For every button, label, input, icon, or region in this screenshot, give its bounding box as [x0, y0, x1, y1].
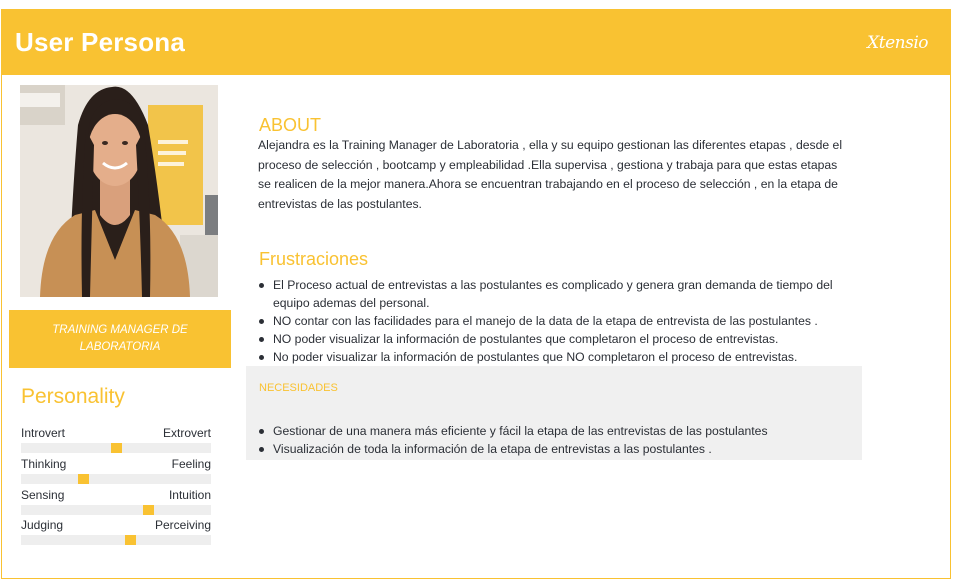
trait-right-label: Feeling — [171, 457, 211, 471]
page-title: User Persona — [15, 27, 186, 57]
trait-introvert-extrovert: Introvert Extrovert — [21, 426, 211, 456]
trait-right-label: Perceiving — [154, 518, 211, 532]
trait-judging-perceiving: Judging Perceiving — [21, 518, 211, 548]
brand-logo: Xtensio — [867, 33, 928, 53]
list-item: Visualización de toda la información de … — [258, 440, 848, 458]
trait-left-label: Sensing — [21, 488, 65, 502]
about-text: Alejandra es la Training Manager de Labo… — [258, 138, 843, 211]
profile-photo — [20, 85, 218, 297]
frustrations-title: Frustraciones — [259, 249, 369, 269]
trait-slider-knob — [143, 505, 154, 515]
list-item: El Proceso actual de entrevistas a las p… — [258, 276, 848, 312]
needs-list: Gestionar de una manera más eficiente y … — [258, 422, 848, 458]
trait-slider-knob — [111, 443, 122, 453]
list-item: NO poder visualizar la información de po… — [258, 330, 848, 348]
trait-slider-track — [21, 505, 211, 515]
trait-left-label: Judging — [21, 518, 64, 532]
list-item: Gestionar de una manera más eficiente y … — [258, 422, 848, 440]
profile-photo-image — [20, 85, 218, 297]
needs-title: NECESIDADES — [259, 382, 338, 394]
trait-right-label: Intuition — [168, 488, 211, 502]
trait-slider-track — [21, 443, 211, 453]
list-item: No poder visualizar la información de po… — [258, 348, 848, 366]
role-label: TRAINING MANAGER DE LABORATORIA — [52, 324, 188, 353]
trait-right-label: Extrovert — [162, 426, 211, 440]
trait-left-label: Introvert — [21, 426, 66, 440]
trait-left-label: Thinking — [21, 457, 67, 471]
personality-title: Personality — [21, 385, 125, 408]
trait-slider-knob — [125, 535, 136, 545]
about-title: ABOUT — [259, 115, 322, 135]
trait-slider-knob — [78, 474, 89, 484]
frustrations-list: El Proceso actual de entrevistas a las p… — [258, 276, 848, 366]
list-item: NO contar con las facilidades para el ma… — [258, 312, 848, 330]
trait-slider-track — [21, 535, 211, 545]
header-bar: User Persona Xtensio — [2, 10, 950, 75]
role-banner: TRAINING MANAGER DE LABORATORIA — [9, 310, 231, 368]
trait-sensing-intuition: Sensing Intuition — [21, 488, 211, 518]
trait-thinking-feeling: Thinking Feeling — [21, 457, 211, 487]
trait-slider-track — [21, 474, 211, 484]
